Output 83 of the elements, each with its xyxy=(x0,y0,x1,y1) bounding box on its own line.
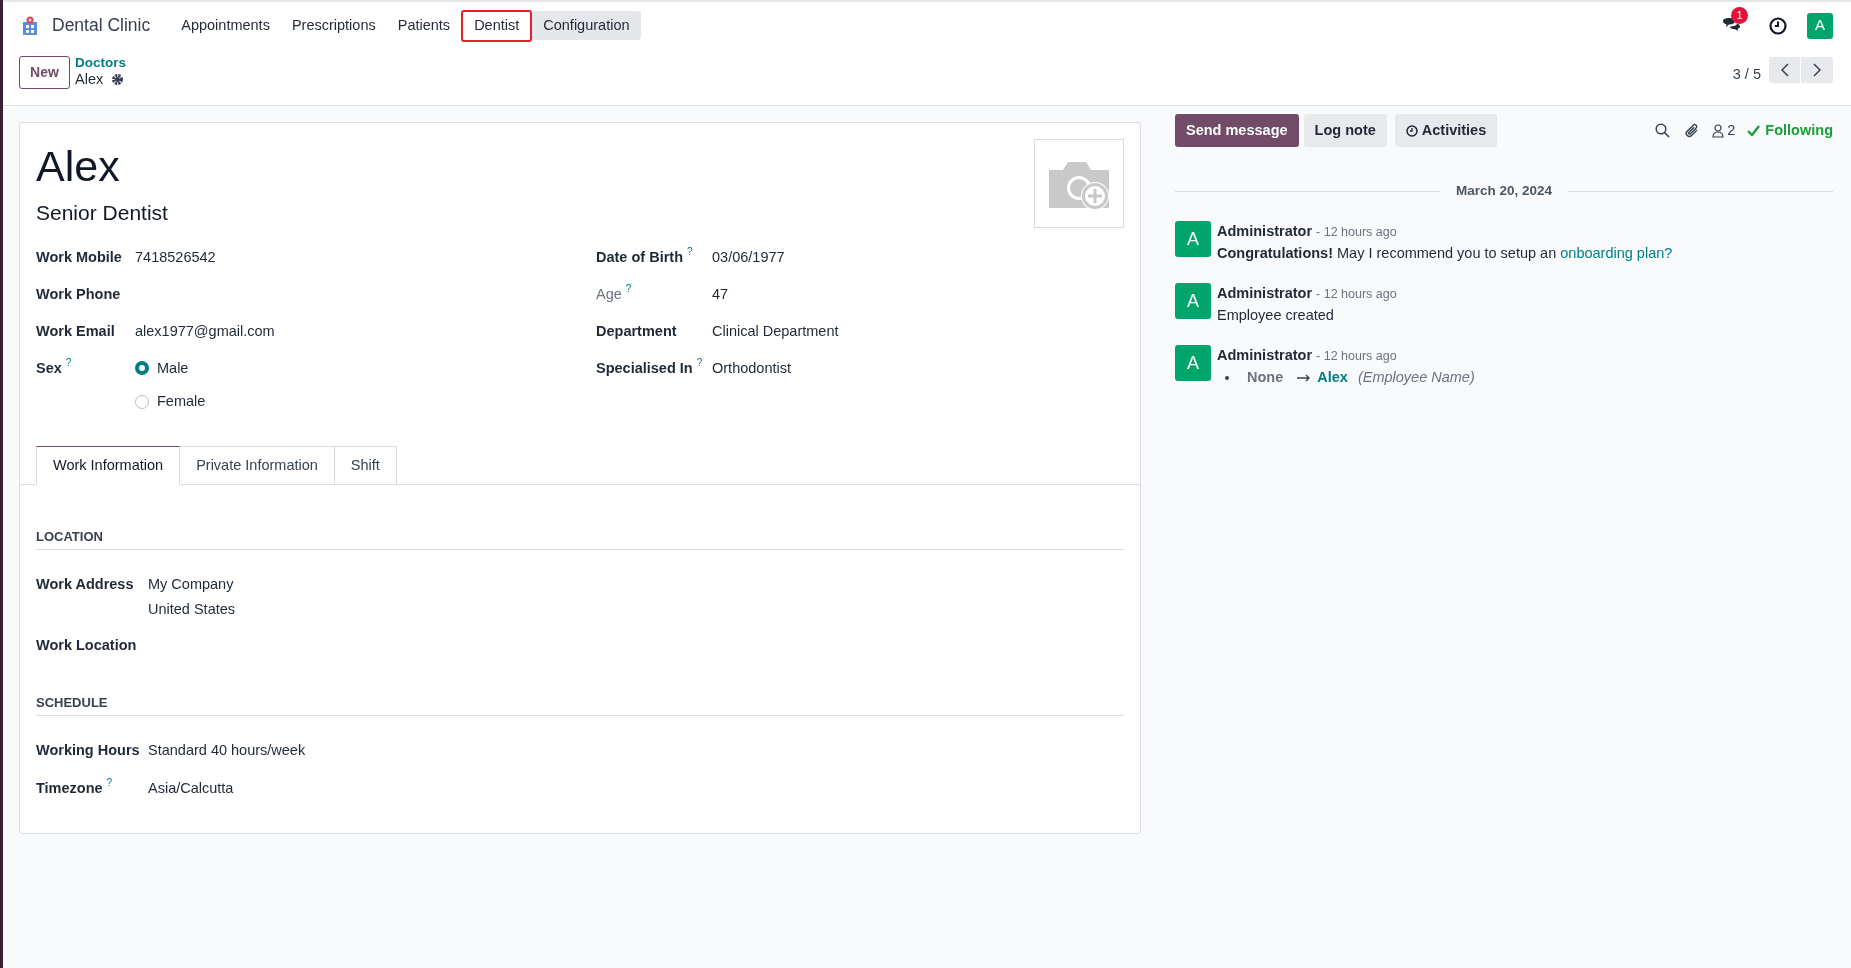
arrow-right-icon xyxy=(1297,373,1312,382)
field-label: Work Phone xyxy=(36,284,121,304)
search-button[interactable] xyxy=(1655,123,1671,138)
onboarding-link[interactable]: onboarding plan? xyxy=(1560,245,1673,262)
menu-item[interactable]: Dentist xyxy=(461,9,533,42)
message-time: - 12 hours ago xyxy=(1316,224,1397,242)
help-mark[interactable]: ? xyxy=(696,357,703,368)
menu-item[interactable]: Patients xyxy=(386,11,462,40)
field-label: Work Address xyxy=(36,574,134,594)
new-value: Alex xyxy=(1317,368,1348,388)
bullet-icon xyxy=(1225,375,1229,380)
next-button[interactable] xyxy=(1801,57,1833,83)
clinic-building-icon xyxy=(20,15,40,36)
field-value: My Company xyxy=(148,574,235,594)
send-message-button[interactable]: Send message xyxy=(1175,114,1299,147)
field-value: 7418526542 xyxy=(135,247,216,267)
field-value: 03/06/1977 xyxy=(712,247,785,267)
date-separator: March 20, 2024 xyxy=(1454,182,1554,200)
breadcrumb-link[interactable]: Doctors xyxy=(75,55,126,71)
field-value: Asia/Calcutta xyxy=(148,778,234,798)
message-author[interactable]: Administrator xyxy=(1217,283,1313,305)
job-title: Senior Dentist xyxy=(36,200,169,226)
field-label: Department xyxy=(596,321,677,341)
gear-icon xyxy=(111,72,125,86)
message-time: - 12 hours ago xyxy=(1316,286,1397,304)
help-mark[interactable]: ? xyxy=(687,246,693,257)
menu-item[interactable]: Prescriptions xyxy=(280,11,387,40)
field-label: Date of Birth xyxy=(596,247,683,267)
field-value: Clinical Department xyxy=(712,321,839,341)
form-tab[interactable]: Private Information xyxy=(180,446,335,485)
field-value: Orthodontist xyxy=(712,358,791,378)
author-avatar: A xyxy=(1175,345,1211,382)
old-value: None xyxy=(1247,368,1284,388)
pager-value: 3 / 5 xyxy=(1732,65,1761,84)
previous-button[interactable] xyxy=(1769,57,1801,83)
help-mark[interactable]: ? xyxy=(625,283,632,294)
search-icon xyxy=(1655,123,1671,138)
followers-button[interactable]: 2 xyxy=(1712,119,1736,142)
author-avatar: A xyxy=(1175,283,1211,320)
message-author[interactable]: Administrator xyxy=(1217,345,1313,367)
chevron-right-icon xyxy=(1813,63,1821,77)
field-value: alex1977@gmail.com xyxy=(135,321,275,341)
message-time: - 12 hours ago xyxy=(1316,348,1397,366)
field-label: Sex xyxy=(36,358,62,378)
log-note-button[interactable]: Log note xyxy=(1303,114,1387,147)
help-mark[interactable]: ? xyxy=(106,777,113,788)
chevron-left-icon xyxy=(1780,63,1789,77)
clock-icon xyxy=(1769,16,1787,35)
message-body: Employee created xyxy=(1217,306,1335,326)
checkmark-icon xyxy=(1747,125,1761,136)
field-label: Work Email xyxy=(36,321,115,341)
field-label: Specialised In xyxy=(596,358,693,378)
person-icon xyxy=(1712,123,1725,138)
radio-label[interactable]: Female xyxy=(157,391,206,413)
field-label: Working Hours xyxy=(36,740,140,760)
section-heading: LOCATION xyxy=(36,527,1124,550)
menu-item[interactable]: Appointments xyxy=(170,11,281,40)
field-value: Standard 40 hours/week xyxy=(148,740,306,760)
employee-name: Alex xyxy=(36,141,120,191)
tracked-field-name: (Employee Name) xyxy=(1357,368,1475,388)
record-name: Alex xyxy=(75,71,104,87)
new-button[interactable]: New xyxy=(19,56,70,89)
message-body: Congratulations! May I recommend you to setup an onboarding plan? xyxy=(1217,244,1673,264)
app-name[interactable]: Dental Clinic xyxy=(52,12,151,39)
field-label: Work Mobile xyxy=(36,247,122,267)
radio-button[interactable] xyxy=(135,395,149,410)
radio-button[interactable] xyxy=(135,361,149,376)
field-label: Work Location xyxy=(36,636,137,655)
form-tab[interactable]: Shift xyxy=(334,446,397,485)
radio-label[interactable]: Male xyxy=(157,357,189,380)
section-heading: SCHEDULE xyxy=(36,693,1124,716)
field-value: 47 xyxy=(712,284,729,304)
menu-item[interactable]: Configuration xyxy=(532,11,641,40)
field-label: Age xyxy=(596,284,622,304)
field-value: United States xyxy=(148,600,236,620)
message-author[interactable]: Administrator xyxy=(1217,221,1313,243)
author-avatar: A xyxy=(1175,221,1211,258)
form-tab[interactable]: Work Information xyxy=(36,446,181,485)
clock-icon xyxy=(1405,124,1418,137)
field-label: Timezone xyxy=(36,778,103,798)
activities-button[interactable]: Activities xyxy=(1394,114,1498,147)
message-count-badge: 1 xyxy=(1731,6,1748,24)
help-mark[interactable]: ? xyxy=(65,357,72,368)
